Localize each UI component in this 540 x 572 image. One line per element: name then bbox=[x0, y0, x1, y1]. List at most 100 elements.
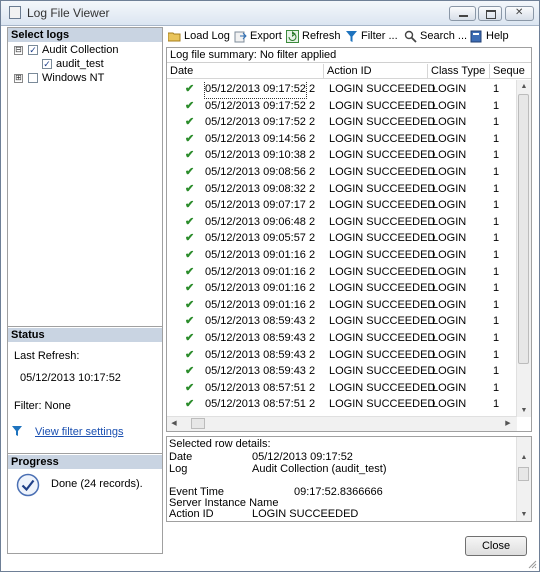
cell-number: 2 bbox=[309, 166, 316, 178]
cell-date: 05/12/2013 08:57:51 bbox=[205, 381, 306, 394]
details-scroll-thumb[interactable] bbox=[518, 467, 529, 481]
search-icon bbox=[404, 30, 417, 43]
column-header-sequence[interactable]: Seque bbox=[490, 64, 531, 79]
collapse-icon[interactable]: ⊟ bbox=[14, 46, 23, 55]
cell-sequence: 1 bbox=[493, 348, 500, 361]
cell-number: 2 bbox=[309, 149, 316, 162]
table-row[interactable]: ✔ 05/12/2013 09:10:38 2 LOGIN SUCCEEDED LOGI… bbox=[167, 147, 517, 164]
scroll-up-arrow-icon[interactable]: ▲ bbox=[517, 80, 531, 93]
load-log-button[interactable]: Load Log bbox=[167, 28, 230, 44]
cell-sequence: 1 bbox=[493, 265, 500, 278]
scroll-down-arrow-icon[interactable]: ▼ bbox=[517, 404, 531, 417]
detail-action-id-value: LOGIN SUCCEEDED bbox=[252, 508, 359, 520]
details-scroll-down-icon[interactable]: ▼ bbox=[517, 508, 531, 521]
cell-date: 05/12/2013 09:01:16 bbox=[205, 282, 306, 295]
cell-class-type: LOGIN bbox=[432, 282, 467, 295]
table-row[interactable]: ✔ 05/12/2013 09:06:48 2 LOGIN SUCCEEDED LOGI… bbox=[167, 214, 517, 231]
cell-date: 05/12/2013 09:06:48 bbox=[205, 215, 306, 228]
tree-item-audit-collection[interactable]: ⊟ ✓ Audit Collection bbox=[14, 43, 154, 57]
cell-action-id: LOGIN SUCCEEDED bbox=[329, 298, 436, 311]
column-header-class-type[interactable]: Class Type bbox=[428, 64, 490, 79]
success-check-icon: ✔ bbox=[185, 132, 195, 145]
details-scrollbar[interactable]: ▲ ▼ bbox=[516, 437, 531, 521]
cell-sequence: 1 bbox=[493, 365, 500, 378]
cell-action-id: LOGIN SUCCEEDED bbox=[329, 199, 436, 212]
table-row[interactable]: ✔ 05/12/2013 09:01:16 2 LOGIN SUCCEEDED LOGI… bbox=[167, 247, 517, 264]
cell-sequence: 1 bbox=[493, 398, 500, 411]
filter-button[interactable]: Filter ... bbox=[345, 28, 398, 44]
cell-action-id: LOGIN SUCCEEDED bbox=[329, 249, 436, 261]
scroll-right-arrow-icon[interactable]: ▶ bbox=[503, 417, 513, 430]
cell-class-type: LOGIN bbox=[432, 116, 467, 129]
detail-log-label: Log bbox=[169, 463, 188, 475]
cell-class-type: LOGIN bbox=[432, 332, 467, 344]
table-row[interactable]: ✔ 05/12/2013 09:14:56 2 LOGIN SUCCEEDED LOGI… bbox=[167, 131, 517, 148]
checkbox-audit-test[interactable]: ✓ bbox=[42, 59, 52, 69]
close-window-button[interactable] bbox=[505, 6, 534, 21]
view-filter-settings-link[interactable]: View filter settings bbox=[35, 426, 123, 438]
cell-date: 05/12/2013 09:08:56 bbox=[205, 166, 306, 178]
checkbox-audit-collection[interactable]: ✓ bbox=[28, 45, 38, 55]
refresh-button[interactable]: Refresh bbox=[286, 28, 341, 44]
table-row[interactable]: ✔ 05/12/2013 09:01:16 2 LOGIN SUCCEEDED LOGI… bbox=[167, 297, 517, 314]
horizontal-scroll-thumb[interactable] bbox=[191, 418, 205, 429]
search-button[interactable]: Search ... bbox=[404, 28, 467, 44]
table-row[interactable]: ✔ 05/12/2013 08:59:43 2 LOGIN SUCCEEDED LOGI… bbox=[167, 330, 517, 347]
table-row[interactable]: ✔ 05/12/2013 09:01:16 2 LOGIN SUCCEEDED LOGI… bbox=[167, 264, 517, 281]
tree-item-label: Audit Collection bbox=[42, 44, 119, 56]
cell-number: 2 bbox=[309, 265, 316, 278]
detail-event-time-value: 09:17:52.8366666 bbox=[294, 486, 383, 498]
table-row[interactable]: ✔ 05/12/2013 09:08:32 2 LOGIN SUCCEEDED LOGI… bbox=[167, 181, 517, 198]
table-row[interactable]: ✔ 05/12/2013 09:17:52 2 LOGIN SUCCEEDED LOGI… bbox=[167, 114, 517, 131]
table-row[interactable]: ✔ 05/12/2013 09:05:57 2 LOGIN SUCCEEDED LOGI… bbox=[167, 230, 517, 247]
cell-sequence: 1 bbox=[493, 149, 500, 162]
cell-class-type: LOGIN bbox=[432, 132, 467, 145]
table-row[interactable]: ✔ 05/12/2013 09:08:56 2 LOGIN SUCCEEDED LOGI… bbox=[167, 164, 517, 181]
scroll-left-arrow-icon[interactable]: ◀ bbox=[169, 417, 179, 430]
table-row[interactable]: ✔ 05/12/2013 08:59:43 2 LOGIN SUCCEEDED LOGI… bbox=[167, 363, 517, 380]
minimize-button[interactable] bbox=[449, 6, 476, 21]
cell-class-type: LOGIN bbox=[432, 232, 467, 245]
table-row[interactable]: ✔ 05/12/2013 08:59:43 2 LOGIN SUCCEEDED LOGI… bbox=[167, 347, 517, 364]
table-row[interactable]: ✔ 05/12/2013 08:59:43 2 LOGIN SUCCEEDED LOGI… bbox=[167, 313, 517, 330]
cell-sequence: 1 bbox=[493, 282, 500, 295]
cell-class-type: LOGIN bbox=[432, 398, 467, 411]
cell-action-id: LOGIN SUCCEEDED bbox=[329, 166, 436, 178]
filter-label: Filter ... bbox=[361, 30, 398, 42]
table-row[interactable]: ✔ 05/12/2013 08:57:51 2 LOGIN SUCCEEDED LOGI… bbox=[167, 380, 517, 397]
cell-sequence: 1 bbox=[493, 215, 500, 228]
column-header-action-id[interactable]: Action ID bbox=[324, 64, 428, 79]
maximize-button[interactable] bbox=[478, 6, 502, 21]
cell-class-type: LOGIN bbox=[432, 381, 467, 394]
success-check-icon: ✔ bbox=[185, 215, 195, 228]
table-row[interactable]: ✔ 05/12/2013 09:17:52 2 LOGIN SUCCEEDED LOGI… bbox=[167, 98, 517, 115]
checkbox-windows-nt[interactable] bbox=[28, 73, 38, 83]
table-row[interactable]: ✔ 05/12/2013 09:01:16 2 LOGIN SUCCEEDED LOGI… bbox=[167, 280, 517, 297]
success-check-icon: ✔ bbox=[185, 365, 195, 378]
tree-item-windows-nt[interactable]: ⊞ Windows NT bbox=[14, 71, 154, 85]
help-button[interactable]: Help bbox=[470, 28, 509, 44]
cell-date: 05/12/2013 08:59:43 bbox=[205, 315, 306, 328]
cell-sequence: 1 bbox=[493, 132, 500, 145]
column-header-date[interactable]: Date bbox=[167, 64, 324, 79]
expand-icon[interactable]: ⊞ bbox=[14, 74, 23, 83]
table-row[interactable]: ✔ 05/12/2013 09:17:52 2 LOGIN SUCCEEDED LOGI… bbox=[167, 81, 517, 99]
app-icon bbox=[9, 6, 21, 19]
vertical-scrollbar[interactable]: ▲ ▼ bbox=[516, 80, 531, 417]
resize-grip-icon[interactable] bbox=[527, 559, 537, 569]
horizontal-scrollbar[interactable]: ◀ ▶ bbox=[167, 416, 517, 431]
table-row[interactable]: ✔ 05/12/2013 08:57:51 2 LOGIN SUCCEEDED LOGI… bbox=[167, 396, 517, 413]
cell-action-id: LOGIN SUCCEEDED bbox=[329, 348, 436, 361]
tree-item-audit-test[interactable]: ✓ audit_test bbox=[28, 57, 148, 71]
vertical-scroll-thumb[interactable] bbox=[518, 94, 529, 364]
table-row[interactable]: ✔ 05/12/2013 09:07:17 2 LOGIN SUCCEEDED LOGI… bbox=[167, 197, 517, 214]
cell-sequence: 1 bbox=[493, 249, 500, 261]
cell-number: 2 bbox=[309, 398, 316, 411]
refresh-icon bbox=[286, 29, 299, 43]
close-button[interactable]: Close bbox=[465, 536, 527, 556]
export-button[interactable]: Export bbox=[234, 28, 282, 44]
cell-class-type: LOGIN bbox=[432, 199, 467, 212]
details-scroll-up-icon[interactable]: ▲ bbox=[517, 453, 531, 463]
cell-class-type: LOGIN bbox=[432, 249, 467, 261]
progress-text: Done (24 records). bbox=[51, 478, 143, 490]
